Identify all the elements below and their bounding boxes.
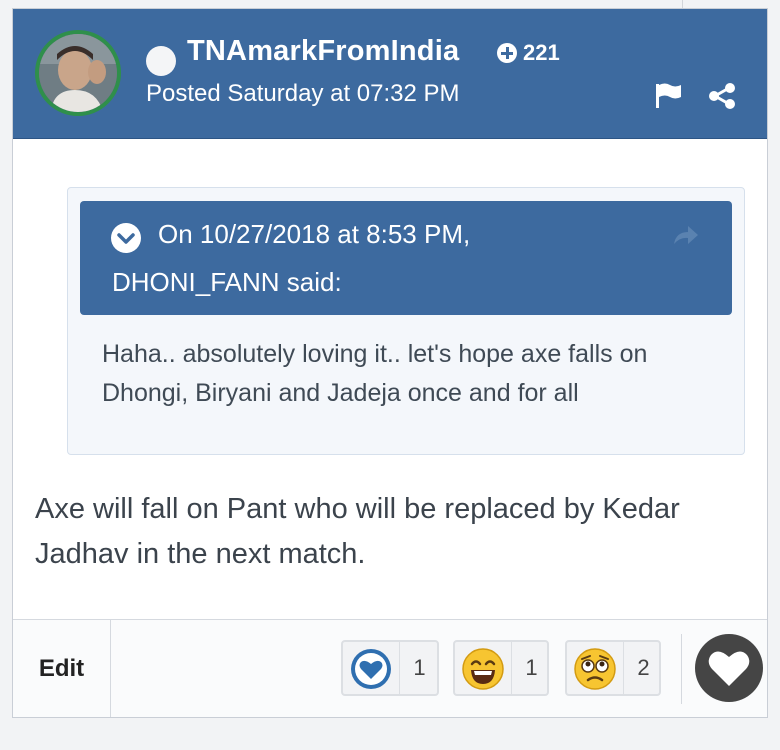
quote-citation[interactable]: On 10/27/2018 at 8:53 PM, DHONI_FANN sai… (80, 201, 732, 315)
post-footer: Edit 1 1 2 (13, 619, 767, 717)
divider (681, 634, 682, 704)
report-flag-button[interactable] (653, 81, 685, 111)
post-header: TNAmarkFromIndia 221 Posted Saturday at … (13, 9, 767, 139)
online-status-icon (146, 46, 176, 76)
share-icon (709, 83, 735, 109)
chevron-down-icon[interactable] (111, 223, 141, 253)
laugh-emoji-icon (462, 648, 504, 690)
sad-emoji-icon (574, 648, 616, 690)
heart-icon (708, 651, 750, 686)
quote-author: DHONI_FANN said: (112, 267, 342, 297)
flag-icon (656, 83, 681, 108)
avatar[interactable] (35, 30, 121, 116)
page: TNAmarkFromIndia 221 Posted Saturday at … (0, 0, 780, 750)
reaction-like[interactable]: 1 (341, 640, 439, 696)
post-body: Axe will fall on Pant who will be replac… (35, 493, 680, 570)
share-button[interactable] (707, 81, 737, 111)
edit-button[interactable]: Edit (13, 620, 111, 717)
reputation-badge: 221 (497, 39, 560, 67)
reaction-sad[interactable]: 2 (565, 640, 661, 696)
reaction-count: 2 (623, 642, 663, 694)
reaction-haha[interactable]: 1 (453, 640, 549, 696)
plus-circle-icon (497, 43, 517, 63)
divider (682, 0, 683, 8)
quote-block: On 10/27/2018 at 8:53 PM, DHONI_FANN sai… (67, 187, 745, 455)
jump-to-quote-icon[interactable] (670, 222, 700, 248)
reaction-count: 1 (399, 642, 439, 694)
like-button[interactable] (695, 634, 763, 702)
post-date[interactable]: Posted Saturday at 07:32 PM (146, 80, 460, 108)
quote-date: On 10/27/2018 at 8:53 PM, (158, 219, 471, 249)
reputation-count: 221 (523, 40, 560, 65)
reaction-count: 1 (511, 642, 551, 694)
author-name[interactable]: TNAmarkFromIndia (187, 35, 459, 68)
quote-text: Haha.. absolutely loving it.. let's hope… (102, 340, 648, 407)
post-card: TNAmarkFromIndia 221 Posted Saturday at … (12, 8, 768, 718)
heart-icon (351, 649, 391, 689)
